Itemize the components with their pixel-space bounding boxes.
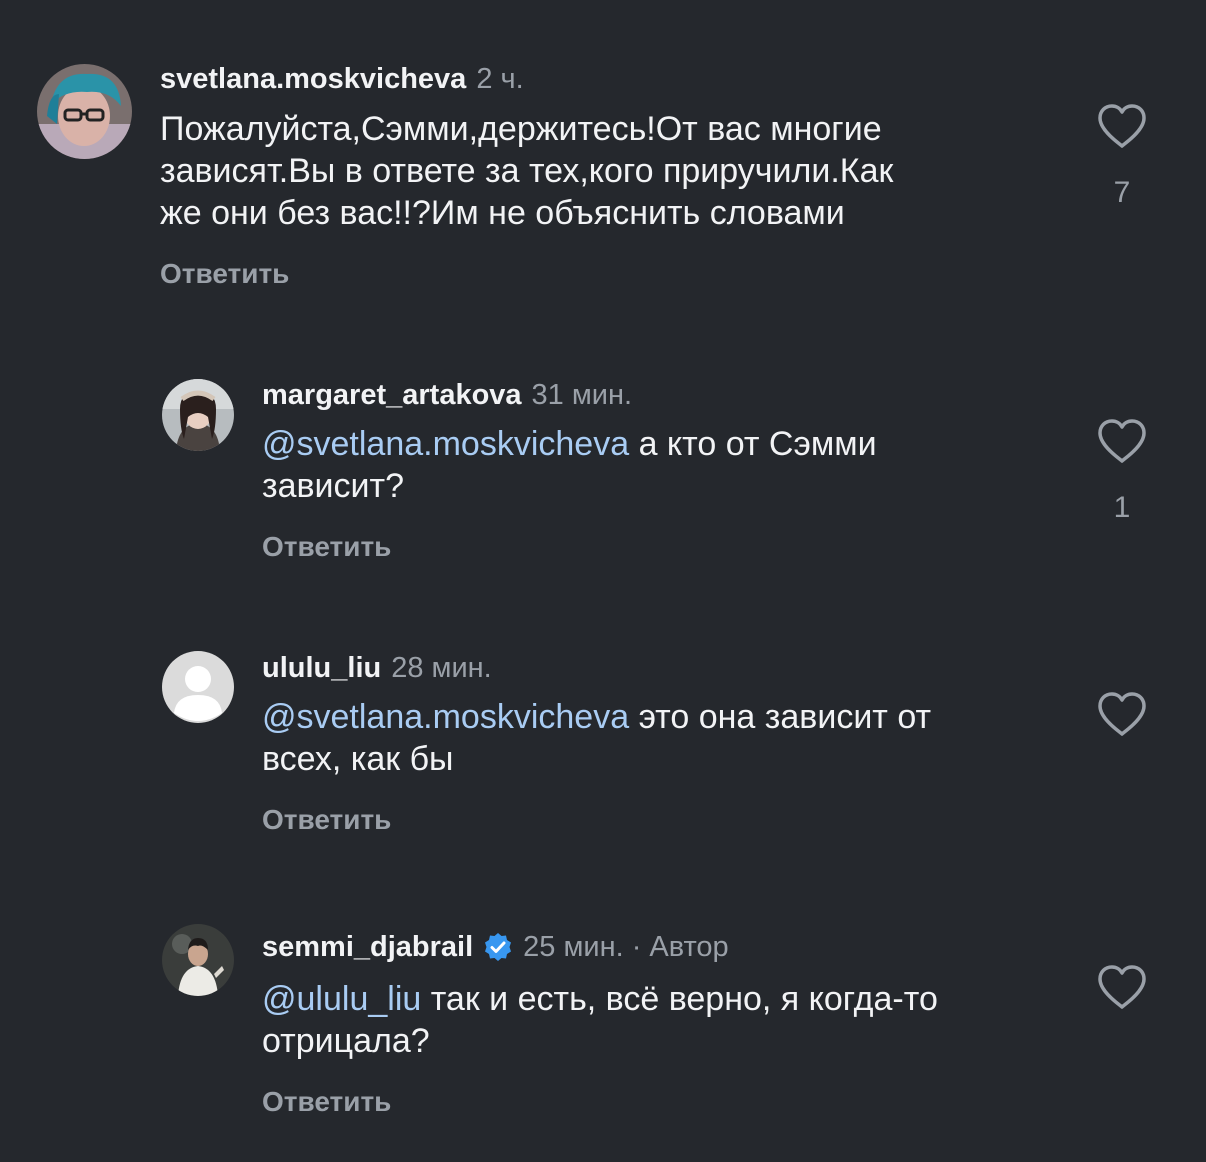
comment-text-line: @ululu_liu так и есть, всё верно, я когд… — [262, 978, 1062, 1020]
comment-text-fragment: а кто от Сэмми — [629, 425, 877, 463]
timestamp: 28 мин. — [391, 652, 492, 684]
heart-icon — [1098, 965, 1146, 1009]
timestamp: 31 мин. — [531, 379, 633, 411]
default-avatar-icon — [162, 651, 234, 723]
heart-icon — [1098, 692, 1146, 736]
username[interactable]: semmi_djabrail — [262, 929, 473, 965]
reply-button[interactable]: Ответить — [262, 1086, 391, 1118]
comment-header: margaret_artakova 31 мин. — [262, 377, 632, 413]
avatar[interactable] — [37, 64, 132, 159]
like-button[interactable] — [1096, 690, 1148, 738]
username[interactable]: margaret_artakova — [262, 377, 522, 413]
comment-header: semmi_djabrail 25 мин. · Автор — [262, 929, 729, 965]
user-avatar-photo-icon — [162, 924, 234, 996]
timestamp: 25 мин. — [523, 931, 624, 963]
mention-link[interactable]: @svetlana.moskvicheva — [262, 425, 629, 463]
heart-icon — [1098, 104, 1146, 148]
comment-header: svetlana.moskvicheva 2 ч. — [160, 61, 524, 97]
reply-button[interactable]: Ответить — [262, 804, 391, 836]
like-count: 7 — [1113, 176, 1131, 209]
username[interactable]: ululu_liu — [262, 650, 381, 686]
comment-text-line: @svetlana.moskvicheva это она зависит от — [262, 696, 1062, 738]
comment-text-line: отрицала? — [262, 1022, 430, 1060]
comment-text: @svetlana.moskvicheva это она зависит от… — [262, 696, 1062, 780]
like-button[interactable] — [1096, 417, 1148, 465]
avatar[interactable] — [162, 651, 234, 723]
comment-text-fragment: это она зависит от — [629, 698, 932, 736]
heart-icon — [1098, 419, 1146, 463]
comment-text-line: же они без вас!!?Им не объяснить словами — [160, 194, 845, 232]
comment-text: @ululu_liu так и есть, всё верно, я когд… — [262, 978, 1062, 1062]
comment-text-line: всех, как бы — [262, 740, 454, 778]
user-avatar-photo-icon — [162, 379, 234, 451]
username[interactable]: svetlana.moskvicheva — [160, 61, 466, 97]
like-button[interactable] — [1096, 102, 1148, 150]
like-button[interactable] — [1096, 963, 1148, 1011]
comment-text: @svetlana.moskvicheva а кто от Сэмми зав… — [262, 423, 1062, 507]
verified-badge-icon — [483, 932, 513, 962]
avatar[interactable] — [162, 924, 234, 996]
comment-header: ululu_liu 28 мин. — [262, 650, 492, 686]
comment-text-fragment: так и есть, всё верно, я когда-то — [421, 980, 938, 1018]
mention-link[interactable]: @ululu_liu — [262, 980, 421, 1018]
reply-button[interactable]: Ответить — [262, 531, 391, 563]
comment-text-line: Пожалуйста,Сэмми,держитесь!От вас многие — [160, 110, 882, 148]
avatar[interactable] — [162, 379, 234, 451]
separator: · — [631, 931, 642, 963]
comment-text-line: @svetlana.moskvicheva а кто от Сэмми — [262, 423, 1062, 465]
author-label: Автор — [649, 931, 729, 963]
user-avatar-photo-icon — [37, 64, 132, 159]
timestamp: 2 ч. — [476, 63, 524, 95]
reply-button[interactable]: Ответить — [160, 258, 289, 290]
comment-text-line: зависит? — [262, 467, 405, 505]
comment-text: Пожалуйста,Сэмми,держитесь!От вас многие… — [160, 108, 960, 234]
like-count: 1 — [1113, 491, 1131, 524]
mention-link[interactable]: @svetlana.moskvicheva — [262, 698, 629, 736]
comment-text-line: зависят.Вы в ответе за тех,кого приручил… — [160, 152, 894, 190]
